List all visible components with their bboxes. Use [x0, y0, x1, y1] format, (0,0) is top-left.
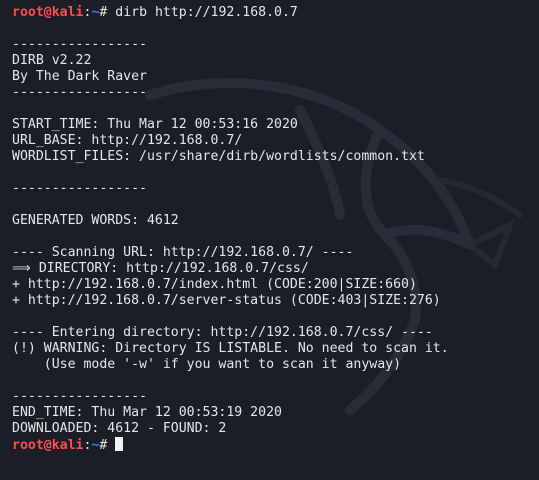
output-line: -----------------	[12, 37, 147, 52]
command-text: dirb http://192.168.0.7	[115, 5, 298, 20]
output-line: END_TIME: Thu Mar 12 00:53:19 2020	[12, 405, 282, 420]
output-line: GENERATED WORDS: 4612	[12, 213, 179, 228]
text-cursor	[115, 437, 124, 451]
prompt-user-host: root@kali	[12, 5, 84, 20]
output-line: By The Dark Raver	[12, 69, 147, 84]
terminal-output[interactable]: root@kali:~# dirb http://192.168.0.7 ---…	[12, 5, 535, 453]
prompt-line[interactable]: root@kali:~#	[12, 437, 535, 453]
output-line: DOWNLOADED: 4612 - FOUND: 2	[12, 421, 227, 436]
output-line: -----------------	[12, 181, 147, 196]
output-line: WORDLIST_FILES: /usr/share/dirb/wordlist…	[12, 149, 425, 164]
output-line: ---- Entering directory: http://192.168.…	[12, 325, 433, 340]
output-line: + http://192.168.0.7/server-status (CODE…	[12, 293, 441, 308]
output-line: (!) WARNING: Directory IS LISTABLE. No n…	[12, 341, 449, 356]
prompt-symbol: #	[99, 438, 116, 453]
prompt-symbol: #	[99, 5, 116, 20]
output-line: ⟹ DIRECTORY: http://192.168.0.7/css/	[12, 261, 309, 276]
output-line: (Use mode '-w' if you want to scan it an…	[12, 357, 402, 372]
command-line: root@kali:~# dirb http://192.168.0.7	[12, 5, 535, 21]
output-line: -----------------	[12, 389, 147, 404]
output-line: DIRB v2.22	[12, 53, 92, 68]
output-line: ---- Scanning URL: http://192.168.0.7/ -…	[12, 245, 354, 260]
output-line: START_TIME: Thu Mar 12 00:53:16 2020	[12, 117, 298, 132]
output-line: + http://192.168.0.7/index.html (CODE:20…	[12, 277, 417, 292]
output-line: -----------------	[12, 85, 147, 100]
output-line: URL_BASE: http://192.168.0.7/	[12, 133, 243, 148]
prompt-user-host: root@kali	[12, 438, 84, 453]
